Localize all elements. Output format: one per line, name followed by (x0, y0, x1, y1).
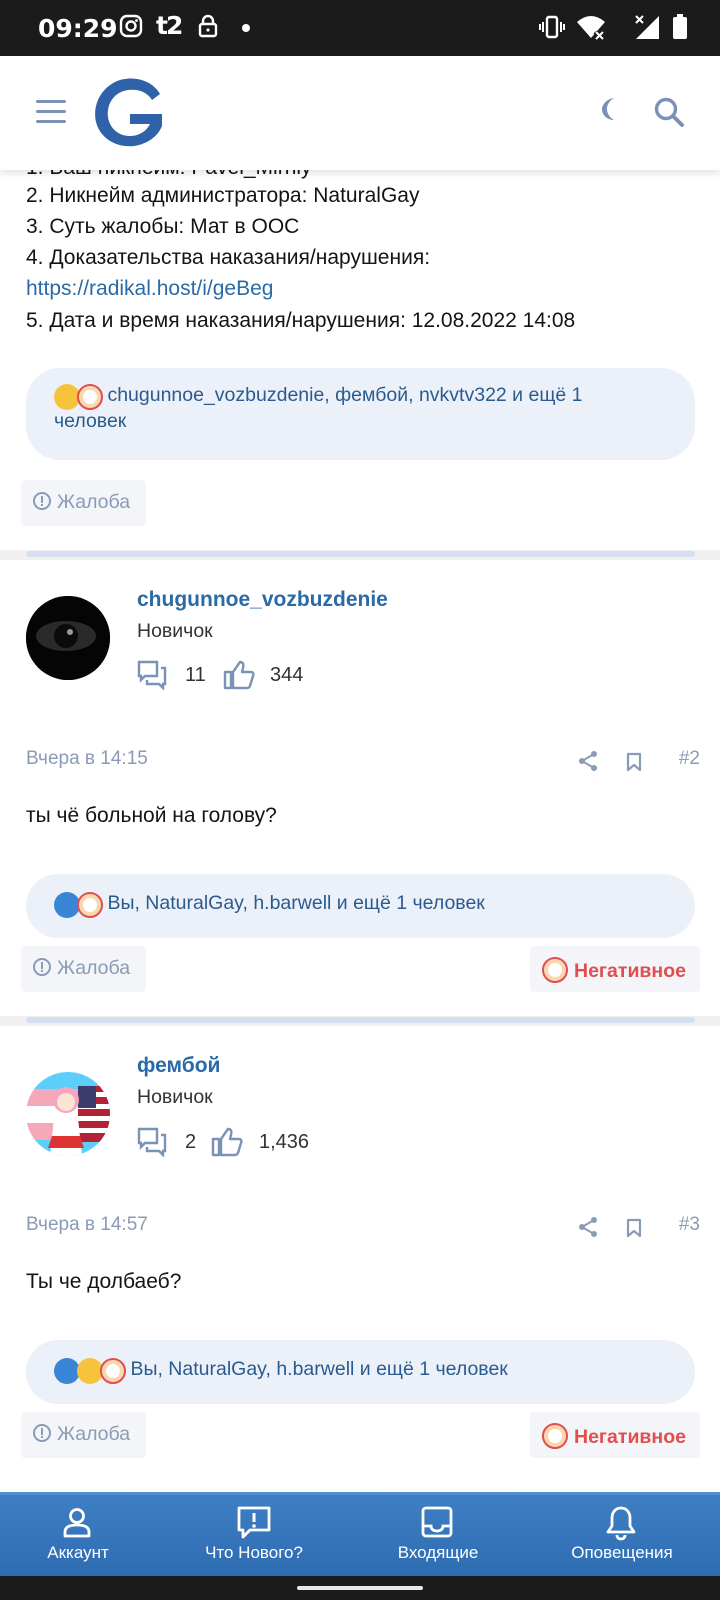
thread-content: 1. Ваш никнейм: Pavel_Mirniy 2. Никнейм … (0, 170, 720, 1492)
clown-emoji-icon (100, 1358, 126, 1384)
post-line-admin: 2. Никнейм администратора: NaturalGay (26, 184, 420, 207)
reaction-emojis (54, 384, 103, 410)
clown-emoji-icon (77, 384, 103, 410)
battery-icon (673, 14, 687, 39)
share-icon[interactable] (578, 1216, 598, 1238)
post-author-username[interactable]: фембой (137, 1054, 220, 1078)
user-rank: Новичок (137, 1086, 213, 1108)
bookmark-icon[interactable] (626, 752, 642, 772)
avatar-eye-image (26, 596, 110, 680)
likes-count: 344 (270, 664, 304, 686)
moon-icon[interactable] (598, 96, 620, 122)
negative-rating-badge[interactable]: Негативное (530, 1412, 700, 1458)
post-actions: #2 (575, 748, 700, 774)
info-circle-icon (33, 1424, 51, 1442)
complain-button[interactable]: Жалоба (21, 480, 146, 526)
nav-notifications[interactable]: Оповещения (532, 1495, 712, 1579)
reactions-text: Вы, NaturalGay, h.barwell и ещё 1 челове… (130, 1358, 508, 1381)
nav-label: Что Нового? (205, 1543, 303, 1562)
complain-button[interactable]: Жалоба (21, 946, 146, 992)
messages-icon (137, 660, 167, 690)
post-author-username[interactable]: chugunnoe_vozbuzdenie (137, 588, 388, 612)
post-actions: #3 (575, 1214, 700, 1240)
nav-account[interactable]: Аккаунт (0, 1495, 168, 1579)
vibrate-icon (539, 15, 565, 39)
account-icon (63, 1508, 91, 1538)
app-header (0, 56, 720, 170)
nav-label: Входящие (397, 1543, 479, 1562)
likes-icon (223, 660, 255, 690)
t2-icon: t2 (156, 11, 183, 40)
post-number[interactable]: #3 (679, 1214, 700, 1236)
likes-icon (211, 1127, 243, 1157)
site-logo[interactable] (90, 74, 166, 150)
reactions-bar[interactable]: Вы, NaturalGay, h.barwell и ещё 1 челове… (26, 874, 695, 938)
clown-emoji-icon (542, 1423, 568, 1449)
post-line-datetime: 5. Дата и время наказания/нарушения: 12.… (26, 309, 576, 332)
likes-count: 1,436 (259, 1131, 310, 1153)
nav-whats-new[interactable]: Что Нового? (164, 1495, 344, 1579)
share-icon[interactable] (578, 750, 598, 772)
post-number[interactable]: #2 (679, 748, 700, 770)
signal-icon (635, 15, 659, 39)
status-bar: 09:29 t2 (0, 0, 720, 56)
user-stats: 2 1,436 (137, 1127, 337, 1161)
gesture-bar (0, 1576, 720, 1600)
bell-icon (606, 1506, 636, 1541)
post-line-evidence: 4. Доказательства наказания/нарушения: (26, 246, 431, 269)
clown-emoji-icon (77, 892, 103, 918)
info-circle-icon (33, 958, 51, 976)
messages-count: 11 (185, 664, 206, 686)
hamburger-menu-icon[interactable] (36, 100, 66, 124)
reactions-bar[interactable]: Вы, NaturalGay, h.barwell и ещё 1 челове… (26, 1340, 695, 1404)
post-body: ты чё больной на голову? (26, 804, 277, 827)
nav-label: Аккаунт (47, 1543, 109, 1562)
post-line-nickname: 1. Ваш никнейм: Pavel_Mirniy (26, 170, 312, 180)
post-timestamp[interactable]: Вчера в 14:15 (26, 748, 148, 770)
post-body: Ты че долбаеб? (26, 1270, 182, 1293)
inbox-icon (421, 1506, 453, 1538)
bottom-navigation: Аккаунт Что Нового? Входящие Оповещения (0, 1492, 720, 1576)
evidence-link[interactable]: https://radikal.host/i/geBeg (26, 277, 273, 301)
post-line-complaint: 3. Суть жалобы: Мат в ООС (26, 215, 300, 238)
lock-icon (198, 14, 218, 38)
search-icon[interactable] (653, 96, 685, 128)
complain-label: Жалоба (57, 491, 131, 513)
dot-icon (242, 24, 250, 32)
rating-label: Негативное (574, 1426, 686, 1448)
reactions-text: Вы, NaturalGay, h.barwell и ещё 1 челове… (107, 892, 485, 915)
avatar-anime-flag-image (26, 1072, 110, 1156)
nav-inbox[interactable]: Входящие (348, 1495, 528, 1579)
whats-new-icon (237, 1506, 271, 1539)
reactions-bar[interactable]: chugunnoe_vozbuzdenie, фембой, nvkvtv322… (26, 368, 695, 460)
bookmark-icon[interactable] (626, 1218, 642, 1238)
status-time: 09:29 (38, 14, 118, 43)
info-circle-icon (33, 492, 51, 510)
post-divider (26, 551, 695, 557)
reactions-text-continued: человек (54, 410, 127, 432)
post-divider (26, 1017, 695, 1023)
messages-count: 2 (185, 1131, 197, 1153)
reaction-emojis (54, 892, 103, 918)
messages-icon (137, 1127, 167, 1157)
home-gesture-handle[interactable] (297, 1586, 423, 1590)
clown-emoji-icon (542, 957, 568, 983)
nav-label: Оповещения (571, 1543, 673, 1562)
wifi-icon (577, 16, 605, 40)
avatar[interactable] (26, 596, 110, 680)
post-timestamp[interactable]: Вчера в 14:57 (26, 1214, 148, 1236)
reactions-text: chugunnoe_vozbuzdenie, фембой, nvkvtv322… (107, 384, 583, 407)
complain-label: Жалоба (57, 957, 131, 979)
complain-button[interactable]: Жалоба (21, 1412, 146, 1458)
complain-label: Жалоба (57, 1423, 131, 1445)
rating-label: Негативное (574, 960, 686, 982)
instagram-icon (119, 14, 143, 38)
avatar[interactable] (26, 1072, 110, 1156)
reaction-emojis (54, 1358, 126, 1384)
negative-rating-badge[interactable]: Негативное (530, 946, 700, 992)
user-stats: 11 344 (137, 660, 337, 694)
user-rank: Новичок (137, 620, 213, 642)
